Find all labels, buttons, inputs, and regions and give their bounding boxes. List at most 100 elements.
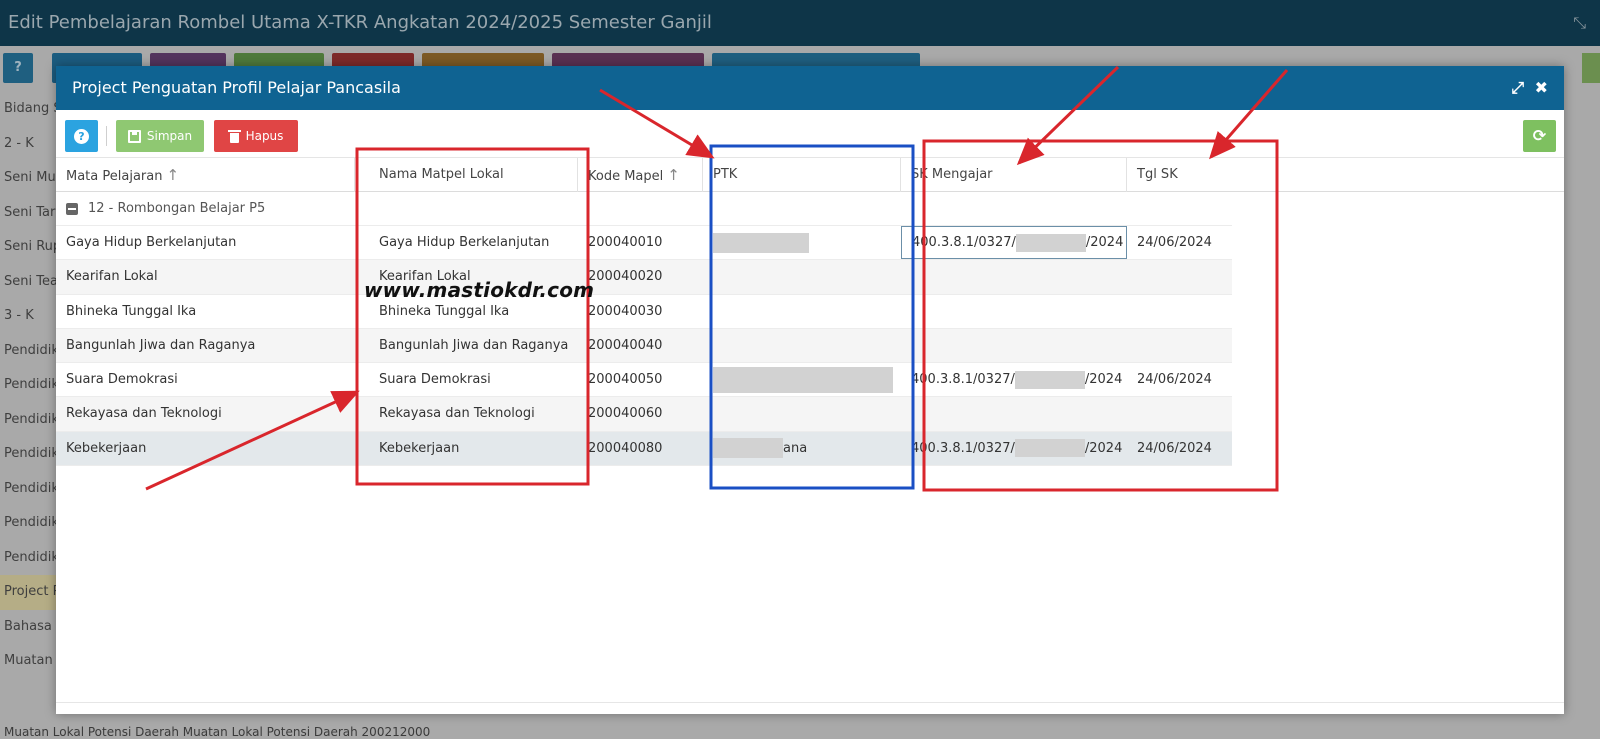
cell-lokal: Suara Demokrasi (379, 372, 491, 388)
background-row: Bahasa I (4, 618, 56, 634)
table-row[interactable]: Suara Demokrasi Suara Demokrasi 200040050 4… (56, 363, 1232, 398)
cell-tgl-sk[interactable] (1127, 329, 1137, 363)
background-bottom-row: Muatan Lokal Potensi Daerah Muatan Lokal… (4, 725, 431, 739)
watermark-text: www.mastiokdr.com (364, 278, 595, 302)
background-row: Pendidik (4, 342, 56, 358)
ptk-suffix: ana (783, 440, 808, 456)
grid-header: Mata Pelajaran ↑ Nama Matpel Lokal Kode M… (56, 158, 1564, 192)
cell-sk-mengajar[interactable]: 400.3.8.1/0327/ /2024 (901, 432, 1127, 466)
cell-lokal: Kebekerjaan (379, 440, 460, 456)
background-row: Pendidik (4, 377, 56, 392)
background-title: Edit Pembelajaran Rombel Utama X-TKR Ang… (0, 0, 1600, 46)
table-row[interactable]: Bhineka Tunggal Ika Bhineka Tunggal Ika 20… (56, 295, 1232, 329)
group-row[interactable]: 12 - Rombongan Belajar P5 (56, 192, 1232, 226)
sort-arrow-icon: ↑ (667, 166, 680, 184)
cell-mapel: Bhineka Tunggal Ika (66, 303, 197, 319)
cell-sk-mengajar[interactable]: 400.3.8.1/0327/ /2024 (901, 363, 1127, 397)
sk-suffix: /2024 (1084, 440, 1123, 456)
cell-mapel: Rekayasa dan Teknologi (66, 406, 222, 422)
column-header-label: Kode Mapel (588, 169, 664, 184)
modal-footer-divider (56, 702, 1564, 703)
collapse-icon[interactable]: ⤡ (1573, 0, 1586, 46)
close-icon[interactable]: ✖ (1535, 66, 1548, 110)
cell-kode: 200040080 (588, 440, 663, 456)
cell-lokal: Gaya Hidup Berkelanjutan (379, 235, 550, 250)
table-row[interactable]: Rekayasa dan Teknologi Rekayasa dan Tekno… (56, 397, 1232, 432)
background-row: Seni Mus (4, 170, 56, 185)
cell-kode: 200040040 (588, 337, 663, 353)
help-icon: ? (74, 128, 89, 144)
table-row[interactable]: Kearifan Lokal Kearifan Lokal 200040020 (56, 260, 1232, 295)
cell-tgl-sk[interactable]: 24/06/2024 (1127, 363, 1212, 397)
redacted-block (713, 232, 809, 253)
save-button-label: Simpan (146, 129, 193, 143)
background-row: Seni Tari (4, 204, 56, 220)
background-row: 3 - K (4, 308, 34, 323)
delete-button-label: Hapus (245, 129, 284, 143)
cell-lokal: Rekayasa dan Teknologi (379, 406, 535, 422)
cell-tgl-sk[interactable] (1127, 295, 1137, 329)
modal-title: Project Penguatan Profil Pelajar Pancasi… (72, 78, 401, 97)
table-row[interactable]: Kebekerjaan Kebekerjaan 200040080 ana 400.3.… (56, 431, 1232, 467)
cell-sk-mengajar[interactable] (901, 329, 1127, 363)
cell-lokal: Bangunlah Jiwa dan Raganya (379, 337, 569, 353)
cell-sk-mengajar[interactable] (901, 397, 1127, 431)
background-row: Pendidik (4, 411, 56, 427)
cell-tgl-sk[interactable]: 24/06/2024 (1127, 432, 1212, 466)
cell-tgl-sk[interactable] (1127, 260, 1137, 294)
background-row: Muatan (4, 653, 53, 668)
cell-kode: 200040010 (588, 235, 663, 250)
cell-mapel: Gaya Hidup Berkelanjutan (66, 235, 237, 250)
cell-mapel: Kebekerjaan (66, 440, 147, 456)
column-header-label: SK Mengajar (911, 167, 993, 182)
sk-suffix: /2024 (1084, 372, 1123, 388)
column-header-label: Nama Matpel Lokal (379, 167, 504, 182)
sk-prefix: 400.3.8.1/0327/ (912, 235, 1016, 250)
sk-prefix: 400.3.8.1/0327/ (911, 372, 1015, 388)
trash-icon (227, 129, 241, 143)
background-help-button[interactable]: ? (3, 53, 33, 83)
cell-ptk[interactable] (703, 226, 901, 260)
cell-ptk[interactable] (703, 329, 901, 363)
sk-prefix: 400.3.8.1/0327/ (911, 440, 1015, 456)
background-row: Pendidik (4, 480, 56, 496)
collapse-group-icon[interactable] (66, 202, 78, 215)
background-row: Seni Tea (4, 273, 56, 289)
column-header-tgl-sk[interactable]: Tgl SK (1127, 158, 1564, 192)
background-row: Bidang S (4, 101, 56, 116)
cell-ptk[interactable] (703, 260, 901, 294)
p5-modal: Project Penguatan Profil Pelajar Pancasi… (56, 66, 1564, 714)
cell-sk-mengajar[interactable] (901, 260, 1127, 294)
cell-ptk[interactable]: ana (703, 432, 901, 466)
cell-ptk[interactable] (703, 363, 901, 397)
column-header-nama-matpel-lokal[interactable]: Nama Matpel Lokal (369, 158, 578, 192)
cell-ptk[interactable] (703, 397, 901, 431)
cell-sk-mengajar[interactable] (901, 295, 1127, 329)
background-refresh-button[interactable] (1582, 53, 1600, 83)
redacted-block (1014, 439, 1085, 458)
background-row: Pendidik (4, 549, 56, 565)
cell-sk-mengajar[interactable]: 400.3.8.1/0327/ /2024 (901, 226, 1127, 259)
column-header-mata-pelajaran[interactable]: Mata Pelajaran ↑ (56, 158, 355, 192)
expand-icon[interactable]: ⤢ (1511, 66, 1524, 110)
redacted-block (1014, 370, 1085, 389)
table-row[interactable]: Gaya Hidup Berkelanjutan Gaya Hidup Berke… (56, 226, 1232, 261)
cell-tgl-sk[interactable] (1127, 397, 1137, 431)
table-row[interactable]: Bangunlah Jiwa dan Raganya Bangunlah Jiwa… (56, 328, 1232, 364)
floppy-disk-icon (127, 129, 141, 143)
column-header-sk-mengajar[interactable]: SK Mengajar (901, 158, 1127, 192)
save-button[interactable]: Simpan (116, 120, 204, 152)
column-header-kode-mapel[interactable]: Kode Mapel ↑ (578, 158, 703, 192)
cell-mapel: Kearifan Lokal (66, 269, 158, 285)
help-button[interactable]: ? (65, 120, 98, 152)
modal-header: Project Penguatan Profil Pelajar Pancasi… (56, 66, 1564, 110)
cell-ptk[interactable] (703, 295, 901, 329)
column-header-label: Mata Pelajaran (66, 169, 163, 184)
grid-body: Gaya Hidup Berkelanjutan Gaya Hidup Berke… (56, 226, 1564, 467)
cell-tgl-sk[interactable]: 24/06/2024 (1127, 226, 1212, 260)
refresh-button[interactable]: ⟳ (1523, 120, 1556, 152)
column-header-ptk[interactable]: PTK (703, 158, 901, 192)
cell-mapel: Bangunlah Jiwa dan Raganya (66, 337, 256, 353)
delete-button[interactable]: Hapus (214, 120, 298, 152)
refresh-icon: ⟳ (1532, 126, 1547, 145)
